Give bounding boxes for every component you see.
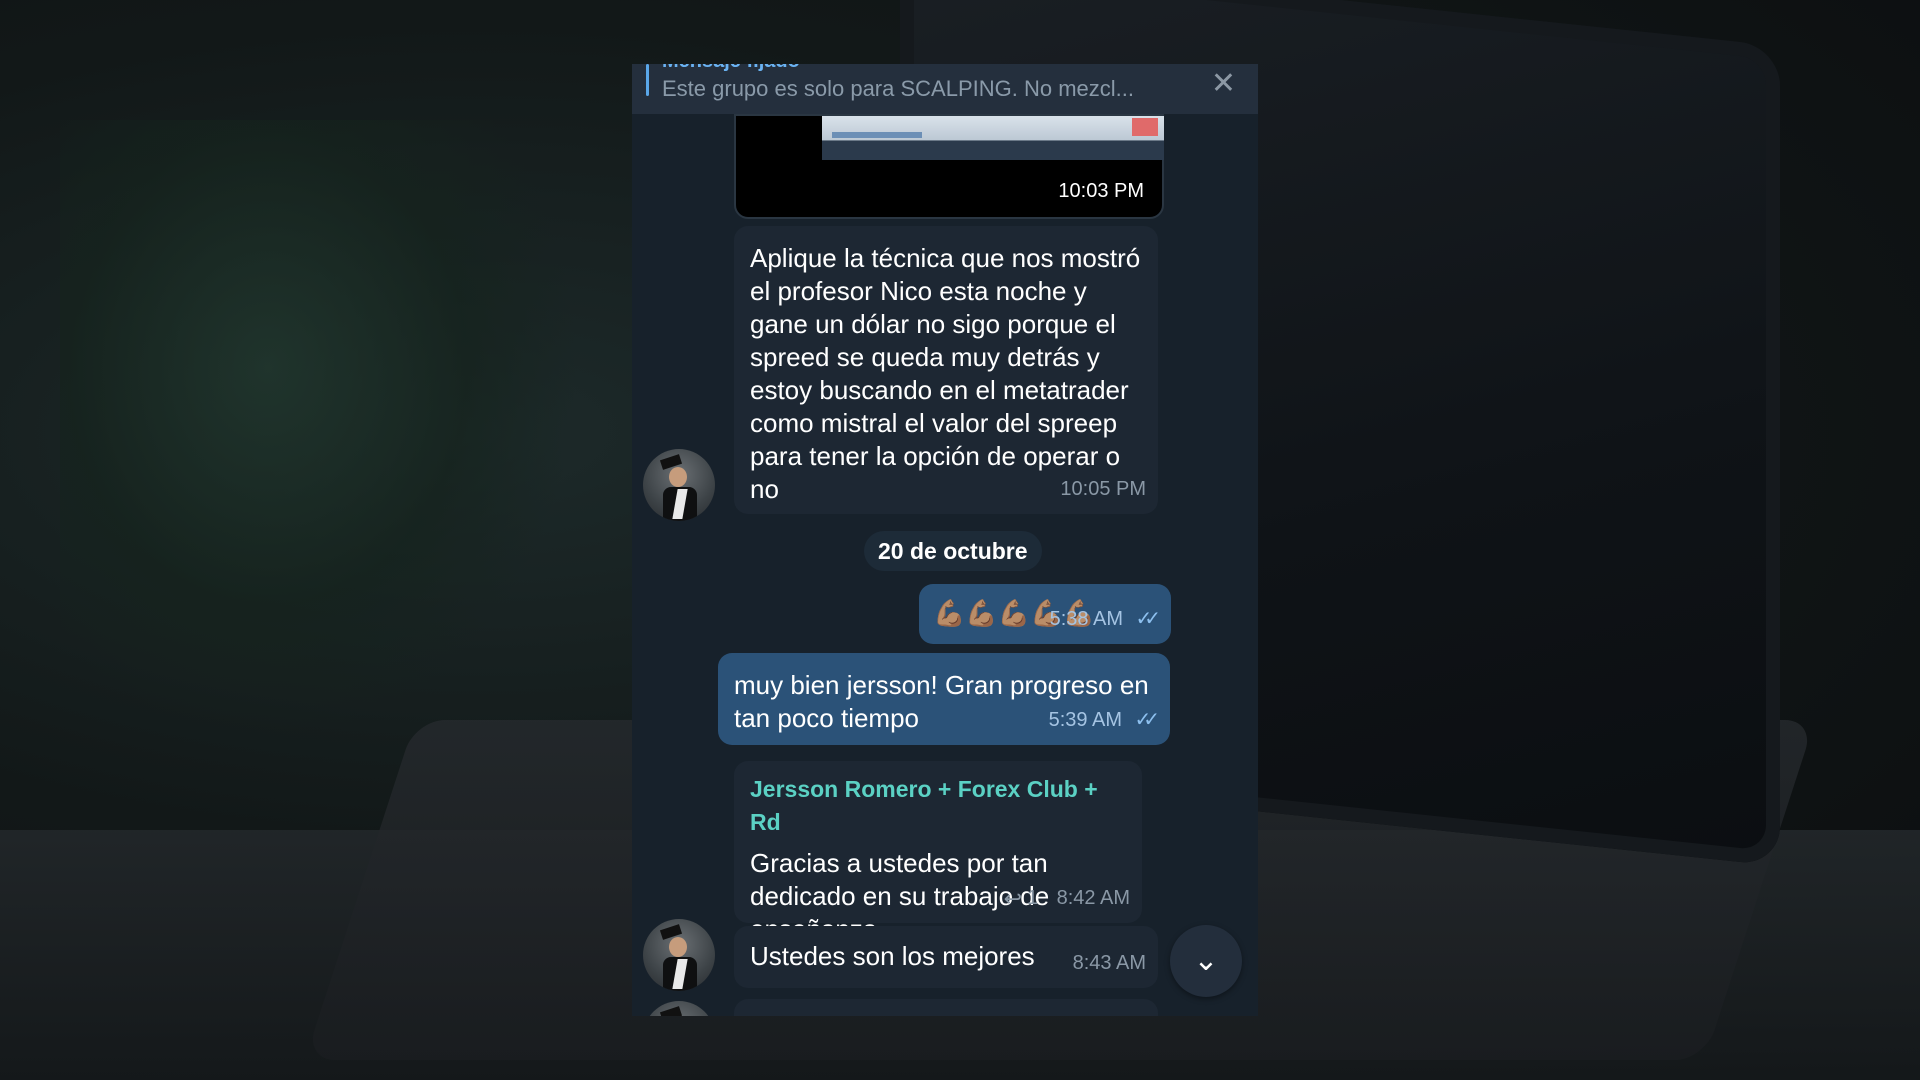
message-bubble[interactable]: Aplique la técnica que nos mostró el pro… [734, 226, 1158, 514]
chevron-down-icon: ⌄ [1193, 944, 1219, 977]
message-text: 💪🏽💪🏽💪🏽💪🏽💪🏽 [933, 598, 1095, 628]
background-plants [60, 120, 580, 740]
pinned-text: Este grupo es solo para SCALPING. No mez… [662, 76, 1134, 101]
avatar[interactable] [643, 1001, 715, 1016]
sender-name[interactable]: Jersson Romero + Forex Club + Rd [750, 773, 1126, 839]
avatar[interactable] [643, 449, 715, 521]
pinned-title: Mensaje fijado [662, 64, 800, 73]
message-time: 5:39 AM [1048, 709, 1122, 731]
message-time: 10:03 PM [1058, 180, 1144, 202]
message-bubble-partial[interactable] [734, 999, 1158, 1016]
video-thumbnail [822, 116, 1164, 160]
double-check-icon: ✓✓ [1134, 709, 1159, 731]
date-separator: 20 de octubre [864, 531, 1042, 571]
message-time: 10:05 PM [1060, 478, 1146, 500]
pinned-message-bar[interactable]: Mensaje fijado Este grupo es solo para S… [632, 64, 1258, 114]
message-bubble[interactable]: 💪🏽💪🏽💪🏽💪🏽💪🏽 5:38 AM ✓✓ [919, 584, 1171, 644]
message-bubble[interactable]: Ustedes son los mejores 8:43 AM [734, 926, 1158, 988]
avatar[interactable] [643, 919, 715, 991]
reply-count[interactable]: 1 [1027, 882, 1038, 915]
message-time: 8:43 AM [1072, 952, 1146, 974]
message-bubble[interactable]: muy bien jersson! Gran progreso en tan p… [718, 653, 1170, 745]
message-text: Aplique la técnica que nos mostró el pro… [750, 243, 1141, 504]
reply-arrow-icon[interactable]: ↩ [1004, 882, 1022, 915]
double-check-icon: ✓✓ [1135, 608, 1160, 630]
scroll-down-button[interactable]: ⌄ [1170, 925, 1242, 997]
video-message[interactable]: 10:03 PM [734, 114, 1164, 219]
message-time: 8:42 AM [1056, 887, 1130, 909]
close-icon[interactable]: ✕ [1211, 66, 1236, 101]
telegram-chat-window: Mensaje fijado Este grupo es solo para S… [632, 64, 1258, 1016]
message-time: 5:38 AM [1049, 608, 1123, 630]
message-bubble[interactable]: Jersson Romero + Forex Club + Rd Gracias… [734, 761, 1142, 944]
pinned-indicator [646, 64, 649, 96]
